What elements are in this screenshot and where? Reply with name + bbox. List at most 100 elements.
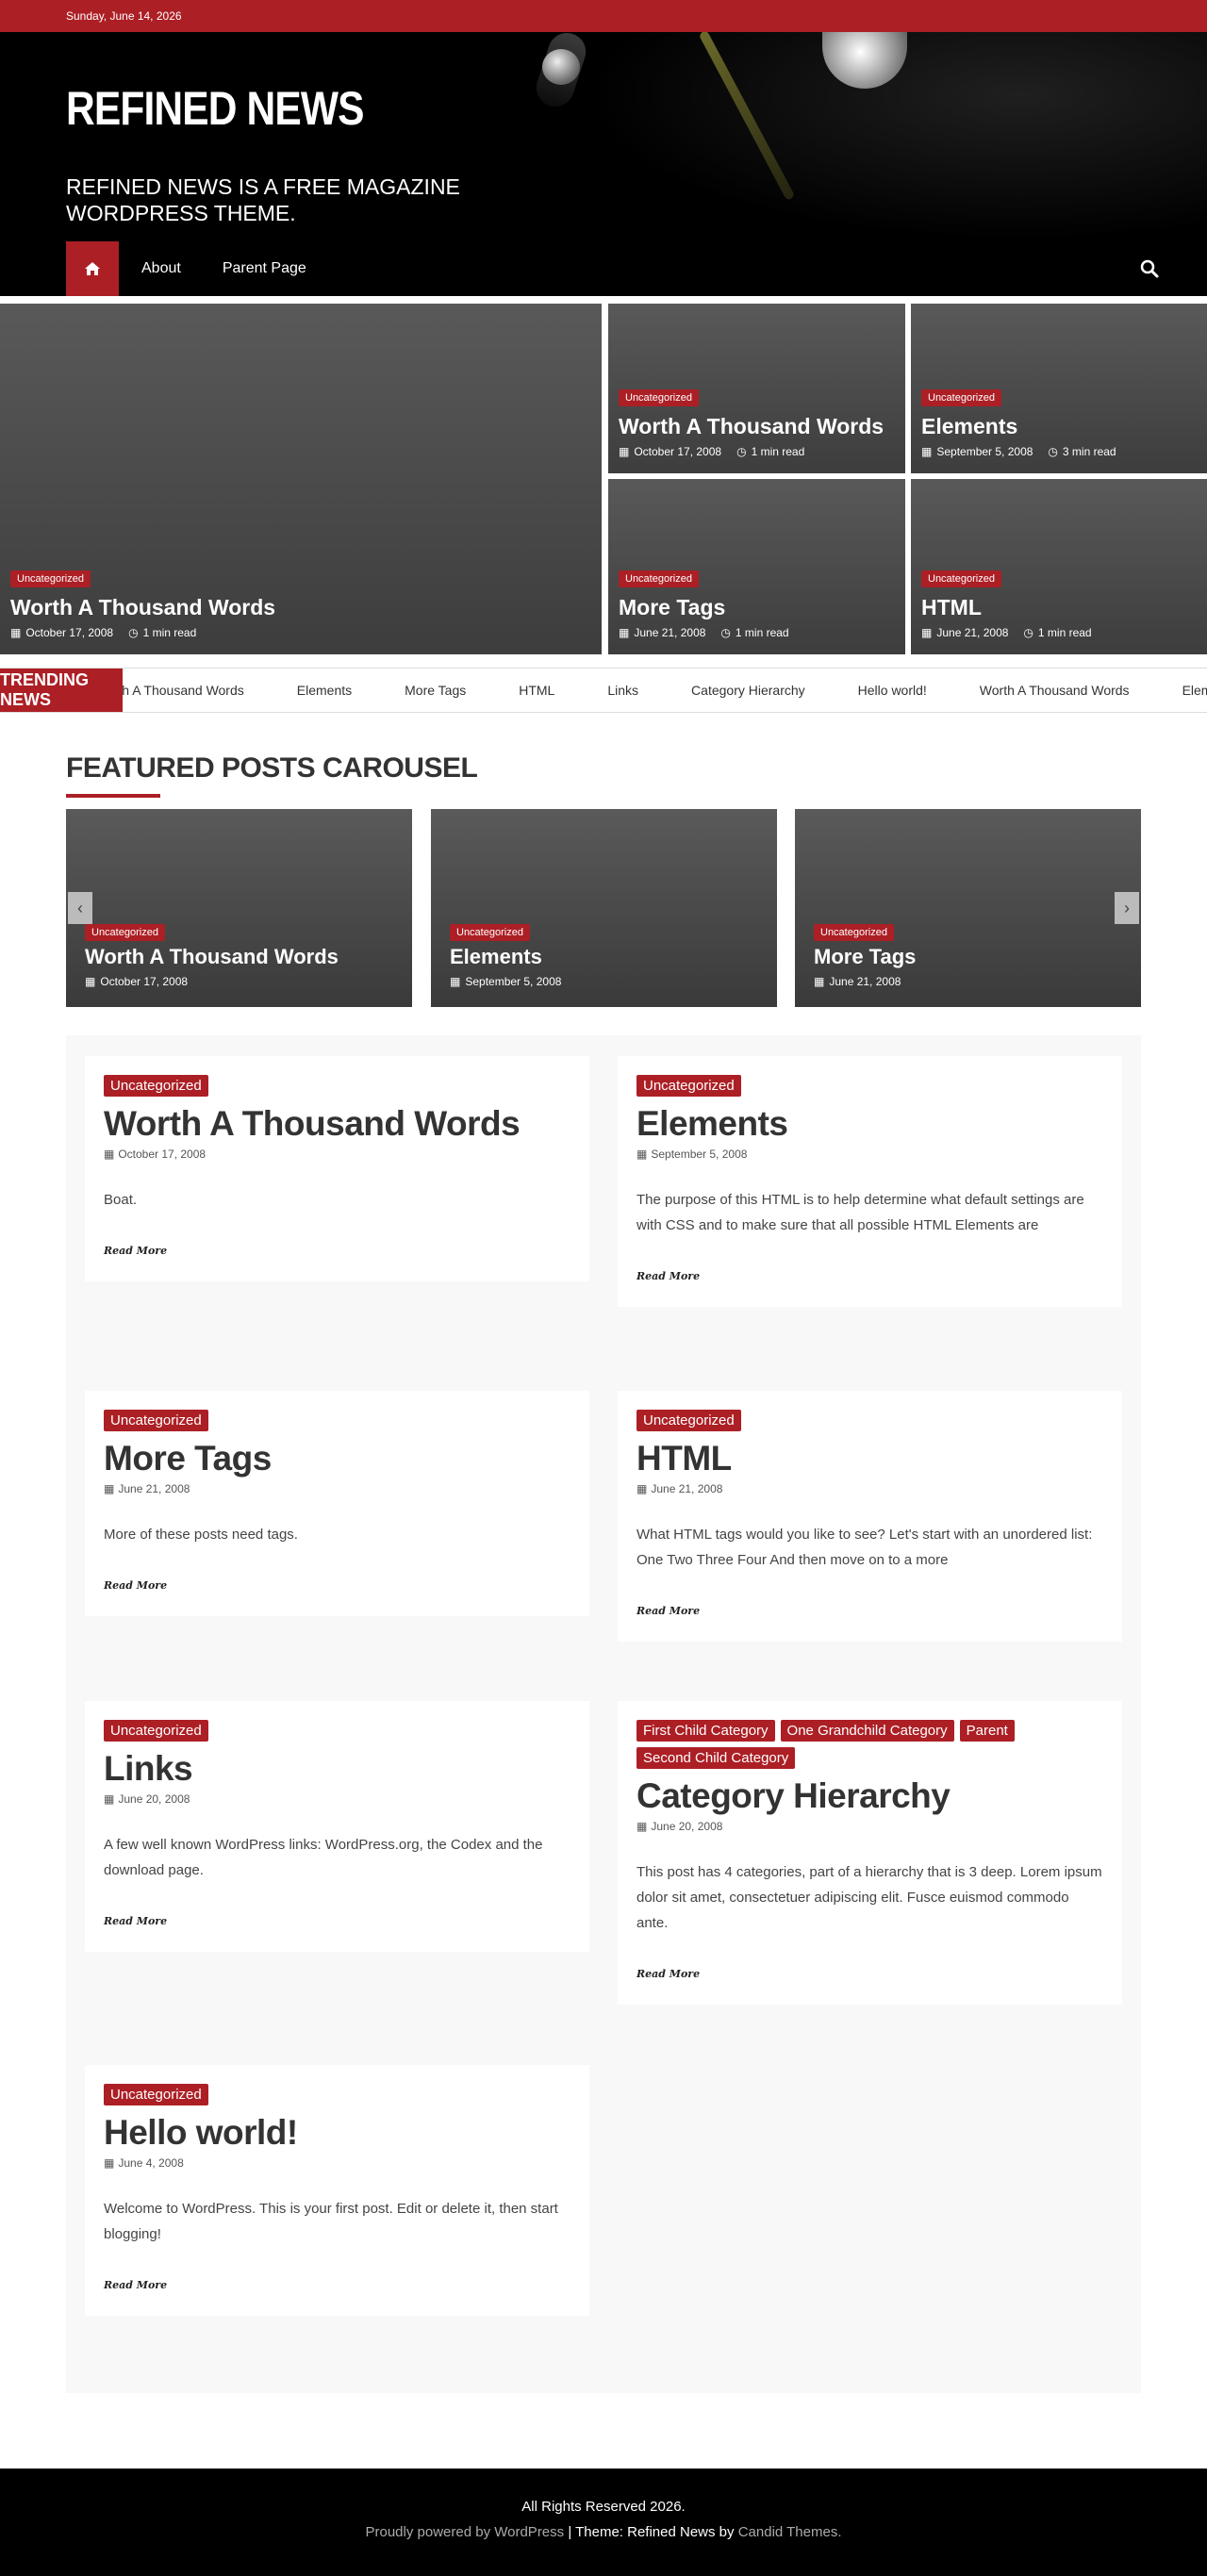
- nav-item-parent-page[interactable]: Parent Page: [200, 241, 325, 296]
- main-navigation: About Parent Page: [0, 241, 1207, 296]
- post-title[interactable]: Category Hierarchy: [637, 1776, 1103, 1816]
- post-date: June 20, 2008: [651, 1820, 723, 1833]
- category-badge[interactable]: Uncategorized: [104, 1410, 208, 1431]
- category-badge[interactable]: Uncategorized: [921, 389, 1001, 406]
- carousel-next-button[interactable]: ›: [1115, 892, 1139, 924]
- trending-item[interactable]: HTML: [519, 683, 554, 698]
- post-excerpt: Boat.: [104, 1192, 138, 1208]
- category-badge[interactable]: Uncategorized: [85, 924, 165, 941]
- site-footer: All Rights Reserved 2026. Proudly powere…: [0, 2469, 1207, 2576]
- trending-item[interactable]: Elements: [1182, 683, 1207, 698]
- site-title[interactable]: REFINED NEWS: [66, 81, 365, 136]
- post-card: First Child Category One Grandchild Cate…: [618, 1701, 1122, 2005]
- post-title[interactable]: Worth A Thousand Words: [104, 1104, 570, 1144]
- post-date: June 21, 2008: [829, 975, 901, 988]
- read-more-link[interactable]: Read More: [637, 1605, 700, 1617]
- calendar-icon: ▦: [450, 975, 461, 988]
- trending-item[interactable]: Category Hierarchy: [691, 683, 805, 698]
- site-header: REFINED NEWS REFINED NEWS IS A FREE MAGA…: [0, 32, 1207, 241]
- post-excerpt: What HTML tags would you like to see? Le…: [637, 1527, 1093, 1568]
- category-badge[interactable]: Uncategorized: [104, 2084, 208, 2105]
- featured-posts-carousel: ‹ › Uncategorized Worth A Thousand Words…: [66, 809, 1141, 1007]
- category-badge[interactable]: Uncategorized: [637, 1075, 741, 1097]
- home-button[interactable]: [66, 241, 119, 296]
- featured-card-title[interactable]: HTML: [921, 595, 1198, 620]
- wordpress-link[interactable]: Proudly powered by WordPress: [366, 2524, 565, 2540]
- calendar-icon: ▦: [637, 1148, 648, 1161]
- read-more-link[interactable]: Read More: [637, 1270, 700, 1282]
- category-badge[interactable]: Uncategorized: [104, 1720, 208, 1742]
- category-badge[interactable]: One Grandchild Category: [780, 1720, 954, 1742]
- category-badge[interactable]: Uncategorized: [921, 570, 1001, 587]
- read-more-link[interactable]: Read More: [104, 2279, 167, 2291]
- category-badge[interactable]: Uncategorized: [619, 389, 699, 406]
- post-title[interactable]: Links: [104, 1749, 570, 1789]
- category-badge[interactable]: First Child Category: [637, 1720, 775, 1742]
- read-more-link[interactable]: Read More: [104, 1915, 167, 1927]
- clock-icon: ◷: [1023, 626, 1033, 639]
- category-badge[interactable]: Uncategorized: [104, 1075, 208, 1097]
- trending-item[interactable]: Worth A Thousand Words: [980, 683, 1130, 698]
- category-badge[interactable]: Uncategorized: [637, 1410, 741, 1431]
- calendar-icon: ▦: [85, 975, 96, 988]
- read-more-link[interactable]: Read More: [637, 1968, 700, 1980]
- carousel-card-title[interactable]: Elements: [450, 945, 561, 969]
- post-excerpt: More of these posts need tags.: [104, 1527, 298, 1543]
- trending-item[interactable]: More Tags: [405, 683, 466, 698]
- calendar-icon: ▦: [104, 1792, 115, 1806]
- trending-label: TRENDING NEWS: [0, 669, 123, 712]
- carousel-card-title[interactable]: More Tags: [814, 945, 916, 969]
- posts-list: Uncategorized Worth A Thousand Words ▦ Oc…: [66, 1035, 1141, 2393]
- calendar-icon: ▦: [619, 626, 630, 639]
- trending-news-ticker: TRENDING NEWS Worth A Thousand Words Ele…: [0, 668, 1207, 713]
- current-date: Sunday, June 14, 2026: [66, 9, 182, 23]
- featured-card-title[interactable]: Worth A Thousand Words: [10, 595, 592, 620]
- calendar-icon: ▦: [104, 2156, 115, 2170]
- post-date: October 17, 2008: [118, 1148, 207, 1161]
- post-date: June 21, 2008: [634, 626, 706, 639]
- carousel-card-title[interactable]: Worth A Thousand Words: [85, 945, 339, 969]
- featured-card[interactable]: Uncategorized Worth A Thousand Words ▦ Oc…: [608, 304, 905, 473]
- featured-card[interactable]: Uncategorized HTML ▦ June 21, 2008 ◷ 1 min…: [911, 479, 1207, 654]
- post-date: June 20, 2008: [118, 1792, 190, 1806]
- category-badge[interactable]: Uncategorized: [450, 924, 530, 941]
- nav-item-about[interactable]: About: [119, 241, 200, 296]
- read-more-link[interactable]: Read More: [104, 1579, 167, 1592]
- post-title[interactable]: HTML: [637, 1439, 1103, 1478]
- read-time: 1 min read: [1037, 626, 1092, 639]
- category-badge[interactable]: Uncategorized: [814, 924, 894, 941]
- clock-icon: ◷: [1048, 445, 1058, 458]
- featured-card-title[interactable]: Worth A Thousand Words: [619, 414, 896, 439]
- home-icon: [85, 262, 100, 275]
- category-badge[interactable]: Parent: [959, 1720, 1015, 1742]
- trending-track: Worth A Thousand Words Elements More Tag…: [94, 669, 1207, 712]
- post-title[interactable]: More Tags: [104, 1439, 570, 1478]
- theme-author-link[interactable]: Candid Themes: [738, 2524, 838, 2540]
- category-badge[interactable]: Uncategorized: [10, 570, 91, 587]
- post-card: Uncategorized Hello world! ▦ June 4, 2008…: [85, 2065, 589, 2316]
- carousel-card[interactable]: Uncategorized Worth A Thousand Words ▦ Oc…: [66, 809, 412, 1007]
- calendar-icon: ▦: [104, 1148, 115, 1161]
- calendar-icon: ▦: [619, 445, 630, 458]
- featured-card[interactable]: Uncategorized Worth A Thousand Words ▦ Oc…: [0, 304, 602, 654]
- category-badge[interactable]: Uncategorized: [619, 570, 699, 587]
- read-more-link[interactable]: Read More: [104, 1245, 167, 1257]
- featured-card-title[interactable]: More Tags: [619, 595, 896, 620]
- featured-card[interactable]: Uncategorized Elements ▦ September 5, 200…: [911, 304, 1207, 473]
- carousel-card[interactable]: Uncategorized More Tags ▦ June 21, 2008: [795, 809, 1141, 1007]
- calendar-icon: ▦: [921, 445, 933, 458]
- featured-card[interactable]: Uncategorized More Tags ▦ June 21, 2008 ◷…: [608, 479, 905, 654]
- category-badge[interactable]: Second Child Category: [637, 1747, 796, 1769]
- post-card: Uncategorized Elements ▦ September 5, 200…: [618, 1056, 1122, 1307]
- featured-card-title[interactable]: Elements: [921, 414, 1198, 439]
- trending-item[interactable]: Hello world!: [858, 683, 927, 698]
- post-title[interactable]: Hello world!: [104, 2113, 570, 2153]
- carousel-prev-button[interactable]: ‹: [68, 892, 92, 924]
- trending-item[interactable]: Elements: [297, 683, 352, 698]
- trending-item[interactable]: Links: [607, 683, 638, 698]
- carousel-card[interactable]: Uncategorized Elements ▦ September 5, 200…: [431, 809, 777, 1007]
- post-card: Uncategorized More Tags ▦ June 21, 2008 M…: [85, 1391, 589, 1616]
- search-icon[interactable]: [1139, 258, 1160, 279]
- clock-icon: ◷: [736, 445, 747, 458]
- post-title[interactable]: Elements: [637, 1104, 1103, 1144]
